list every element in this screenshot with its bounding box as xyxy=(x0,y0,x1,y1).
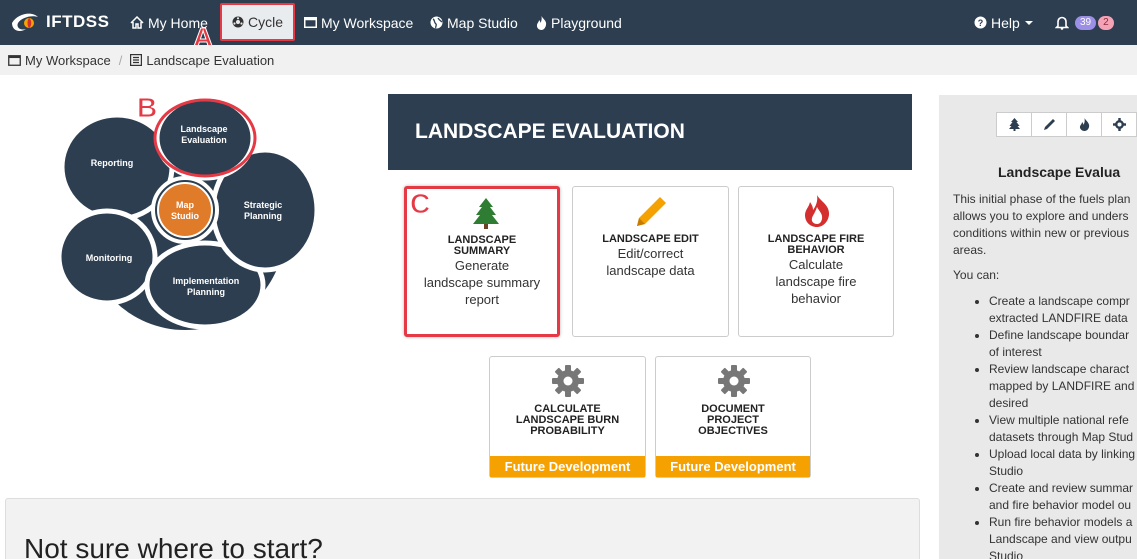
tool-landscape-edit[interactable]: LANDSCAPE EDIT Edit/correct landscape dat… xyxy=(572,186,729,337)
tool-calculate-burn-probability[interactable]: CALCULATE LANDSCAPE BURN PROBABILITY Futur… xyxy=(489,356,646,478)
svg-text:?: ? xyxy=(978,18,984,28)
cycle-landscape-evaluation-label: Landscape Evaluation xyxy=(180,124,227,145)
breadcrumb-separator: / xyxy=(118,52,123,68)
list-item: Create and review summarand fire behavio… xyxy=(989,480,1137,514)
tool-desc: Generate landscape summary report xyxy=(423,258,541,307)
breadcrumb-landscape-evaluation: Landscape Evaluation xyxy=(146,52,275,68)
top-navbar: IFTDSS My Home Cycle My Workspace Map St… xyxy=(0,0,1137,45)
list-alt-icon xyxy=(130,54,143,66)
window-icon xyxy=(8,54,21,66)
iftdss-logo-icon xyxy=(12,13,38,31)
list-item: View multiple national refedatasets thro… xyxy=(989,412,1137,446)
gear-icon xyxy=(718,365,750,397)
nav-my-workspace[interactable]: My Workspace xyxy=(304,0,413,45)
pencil-icon xyxy=(637,197,666,226)
getting-started-title: Not sure where to start? xyxy=(24,533,323,559)
nav-map-studio[interactable]: Map Studio xyxy=(430,0,518,45)
cycle-strategic-planning-label: Strategic Planning xyxy=(244,200,283,221)
home-icon xyxy=(130,16,144,29)
breadcrumb: My Workspace / Landscape Evaluation xyxy=(0,45,1137,75)
side-tab-settings[interactable] xyxy=(1101,112,1137,137)
nav-notifications[interactable]: 39 2 xyxy=(1055,0,1114,45)
brand[interactable]: IFTDSS xyxy=(10,9,109,35)
nav-map-studio-label: Map Studio xyxy=(447,14,518,31)
globe-icon xyxy=(430,16,443,29)
nav-playground[interactable]: Playground xyxy=(536,0,622,45)
tool-title: LANDSCAPE EDIT xyxy=(602,233,699,245)
cycle-icon xyxy=(232,16,244,28)
bell-icon xyxy=(1055,16,1069,30)
page-title: LANDSCAPE EVALUATION xyxy=(388,94,912,170)
tool-desc: Edit/correct landscape data xyxy=(606,246,695,278)
annotation-b: B xyxy=(136,92,158,124)
side-tab-fire[interactable] xyxy=(1066,112,1102,137)
side-panel-bullets: Create a landscape comprextracted LANDFI… xyxy=(953,293,1137,559)
question-circle-icon: ? xyxy=(974,16,987,29)
fire-icon xyxy=(536,15,547,30)
tool-title: DOCUMENT PROJECT OBJECTIVES xyxy=(698,403,768,437)
list-item: Review landscape charactmapped by LANDFI… xyxy=(989,361,1137,412)
list-item: Define landscape boundarof interest xyxy=(989,327,1137,361)
breadcrumb-my-workspace[interactable]: My Workspace xyxy=(25,53,111,68)
gear-icon xyxy=(1112,118,1126,131)
tool-title: LANDSCAPE SUMMARY xyxy=(447,234,517,257)
side-panel-title: Landscape Evalua xyxy=(998,164,1121,180)
list-item: Upload local data by linkingStudio xyxy=(989,446,1137,480)
cycle-diagram: Landscape Evaluation Reporting Strategic P… xyxy=(56,95,320,330)
tree-icon xyxy=(1008,118,1020,131)
window-icon xyxy=(304,17,317,28)
fire-icon xyxy=(805,195,830,227)
list-item: Run fire behavior models aLandscape and … xyxy=(989,514,1137,559)
pencil-icon xyxy=(1043,119,1055,130)
alerts-badge: 2 xyxy=(1098,15,1114,30)
nav-my-workspace-label: My Workspace xyxy=(321,14,414,31)
tool-title: LANDSCAPE FIRE BEHAVIOR xyxy=(767,233,865,256)
side-panel-tabs xyxy=(996,112,1137,137)
tool-document-project-objectives[interactable]: DOCUMENT PROJECT OBJECTIVES Future Develop… xyxy=(655,356,811,478)
tool-landscape-fire-behavior[interactable]: LANDSCAPE FIRE BEHAVIOR Calculate landscap… xyxy=(738,186,894,337)
caret-down-icon xyxy=(1024,20,1033,25)
annotation-c: C xyxy=(409,188,431,220)
future-development-banner: Future Development xyxy=(490,456,645,477)
help-side-panel: Landscape Evalua This initial phase of t… xyxy=(939,95,1137,559)
nav-cycle[interactable]: Cycle xyxy=(220,3,296,41)
cycle-reporting-label: Reporting xyxy=(91,158,134,168)
cycle-map-studio-hub[interactable] xyxy=(157,182,213,238)
getting-started-panel: Not sure where to start? xyxy=(5,498,920,559)
nav-help-label: Help xyxy=(991,14,1020,31)
nav-help[interactable]: ? Help xyxy=(974,0,1037,45)
side-panel-intro: This initial phase of the fuels plan all… xyxy=(953,192,1131,282)
gear-icon xyxy=(552,365,584,397)
tree-icon xyxy=(473,198,499,229)
fire-icon xyxy=(1079,118,1089,131)
side-tab-tree[interactable] xyxy=(996,112,1032,137)
tool-desc: Calculate landscape fire behavior xyxy=(775,257,857,306)
cycle-monitoring-label: Monitoring xyxy=(86,253,133,263)
tool-title: CALCULATE LANDSCAPE BURN PROBABILITY xyxy=(515,403,620,437)
side-tab-edit[interactable] xyxy=(1031,112,1067,137)
nav-cycle-label: Cycle xyxy=(248,14,284,30)
future-development-banner: Future Development xyxy=(656,456,810,477)
list-item: Create a landscape comprextracted LANDFI… xyxy=(989,293,1137,327)
notifications-badge: 39 xyxy=(1075,15,1097,30)
brand-name: IFTDSS xyxy=(46,12,110,31)
nav-playground-label: Playground xyxy=(551,14,622,31)
